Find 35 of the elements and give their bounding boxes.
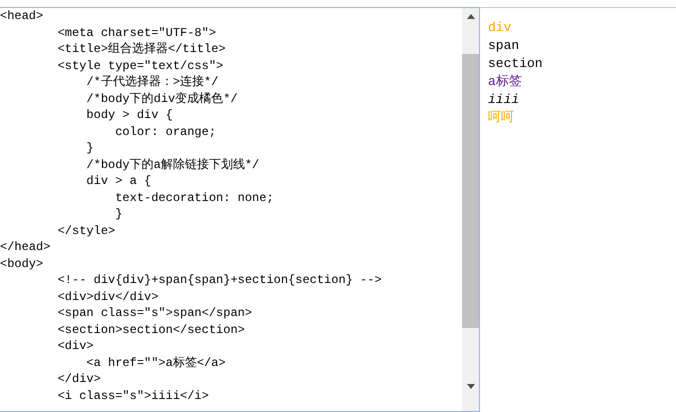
code-line: <style type="text/css"> xyxy=(56,58,224,74)
code-line: div > a { xyxy=(85,173,152,190)
code-line: /*body下的a解除链接下划线*/ xyxy=(85,156,260,173)
preview-link[interactable]: a标签 xyxy=(488,73,522,91)
scroll-down-icon[interactable] xyxy=(466,384,474,389)
code-line: } xyxy=(85,140,94,156)
code-line: body > div { xyxy=(85,107,173,124)
code-line: <div>div</div> xyxy=(56,288,158,305)
code-line: } xyxy=(114,206,122,222)
scrollbar[interactable] xyxy=(462,8,479,411)
code-line: <head> xyxy=(0,8,44,24)
code-line: </div> xyxy=(56,371,101,388)
code-line: <a href="">a标签</a> xyxy=(85,354,226,371)
code-line: <span class="s">span</span> xyxy=(56,305,252,322)
preview-text: iiii xyxy=(488,91,520,109)
preview-text: div xyxy=(488,19,512,37)
code-line: </head> xyxy=(0,239,50,256)
code-line: color: orange; xyxy=(114,124,216,140)
code-line: /*子代选择器：>连接*/ xyxy=(85,74,218,90)
preview-text: section xyxy=(488,55,543,73)
code-line: <div> xyxy=(56,338,94,354)
code-line: </style> xyxy=(56,222,116,239)
scrollbar-thumb[interactable] xyxy=(462,54,479,328)
code-line: text-decoration: none; xyxy=(114,190,274,206)
preview-text: 呵呵 xyxy=(488,109,514,127)
scroll-up-icon[interactable] xyxy=(466,14,474,19)
code-line: <title>组合选择器</title> xyxy=(56,41,226,58)
code-line: /*body下的div变成橘色*/ xyxy=(85,90,238,107)
code-line: <body> xyxy=(0,256,44,272)
code-editor[interactable] xyxy=(0,7,480,412)
code-line: <i class="s">iiii</i> xyxy=(56,388,209,404)
code-line: <!-- div{div}+span{span}+section{section} --> xyxy=(56,272,382,288)
code-line: <meta charset="UTF-8"> xyxy=(56,24,216,41)
code-line: <section>section</section> xyxy=(56,322,245,338)
preview-text: span xyxy=(488,37,520,55)
